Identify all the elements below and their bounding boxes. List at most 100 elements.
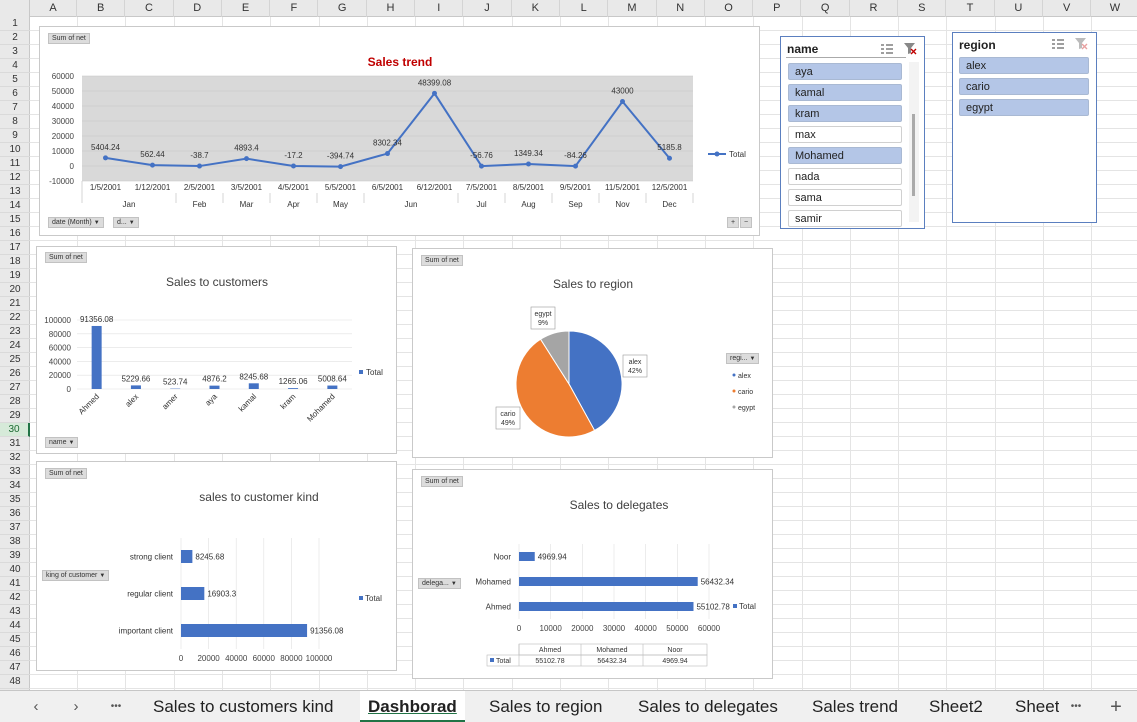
row-header-39[interactable]: 39 [0, 549, 30, 563]
delegates-filter[interactable]: delega... ▼ [418, 578, 461, 589]
tabs-more-left[interactable]: ••• [104, 691, 128, 722]
column-header-J[interactable]: J [463, 0, 512, 17]
trend-point[interactable] [197, 163, 202, 169]
row-header-48[interactable]: 48 [0, 675, 30, 689]
sheet-tab-dashborad[interactable]: Dashborad [360, 691, 465, 722]
slicer-item-kamal[interactable]: kamal [788, 84, 902, 101]
column-header-E[interactable]: E [222, 0, 271, 17]
slicer-item-sama[interactable]: sama [788, 189, 902, 206]
customers-bar[interactable] [130, 385, 141, 389]
sheet-tab-sales-to-delegates[interactable]: Sales to delegates [638, 691, 778, 722]
sales-to-region-chart[interactable]: Sum of net Sales to region alex 42% alex car… [412, 248, 773, 458]
slicer-item-max[interactable]: max [788, 126, 902, 143]
column-header-H[interactable]: H [367, 0, 416, 17]
sheet-tab-sheet[interactable]: Sheet [1015, 691, 1059, 722]
row-header-13[interactable]: 13 [0, 185, 30, 199]
row-header-31[interactable]: 31 [0, 437, 30, 451]
sheet-tab-sales-to-region[interactable]: Sales to region [489, 691, 602, 722]
row-header-44[interactable]: 44 [0, 619, 30, 633]
row-header-46[interactable]: 46 [0, 647, 30, 661]
row-header-23[interactable]: 23 [0, 325, 30, 339]
column-header-F[interactable]: F [270, 0, 319, 17]
column-header-B[interactable]: B [77, 0, 126, 17]
row-header-4[interactable]: 4 [0, 59, 30, 73]
row-header-18[interactable]: 18 [0, 255, 30, 269]
sheet-tab-sales-trend[interactable]: Sales trend [812, 691, 898, 722]
column-header-V[interactable]: V [1043, 0, 1092, 17]
customers-name-filter[interactable]: name ▼ [45, 437, 79, 448]
column-header-P[interactable]: P [753, 0, 802, 17]
slicer-item-samir[interactable]: samir [788, 210, 902, 227]
collapse-minus-button[interactable]: − [740, 217, 753, 228]
column-header-Q[interactable]: Q [802, 0, 850, 17]
row-header-7[interactable]: 7 [0, 101, 30, 115]
slicer-item-aya[interactable]: aya [788, 63, 902, 80]
row-header-21[interactable]: 21 [0, 297, 30, 311]
row-header-43[interactable]: 43 [0, 605, 30, 619]
trend-point[interactable] [103, 155, 108, 161]
sheet-tab-sales-to-customers-kind[interactable]: Sales to customers kind [153, 691, 333, 722]
scroll-right-icon[interactable]: › [66, 691, 86, 722]
column-header-T[interactable]: T [946, 0, 995, 17]
region-legend-filter[interactable]: regi... ▼ [726, 353, 760, 364]
row-header-29[interactable]: 29 [0, 409, 30, 423]
trend-point[interactable] [526, 161, 531, 167]
column-header-N[interactable]: N [657, 0, 705, 17]
kind-bar[interactable] [181, 550, 193, 563]
column-header-G[interactable]: G [319, 0, 367, 17]
column-header-O[interactable]: O [705, 0, 754, 17]
delegates-bar[interactable] [519, 577, 698, 586]
column-header-W[interactable]: W [1091, 0, 1137, 17]
row-header-35[interactable]: 35 [0, 493, 30, 507]
expand-plus-button[interactable]: + [727, 217, 740, 228]
name-slicer[interactable]: name aya kamal kram max Mohamed nada sama samir [780, 36, 925, 229]
row-header-8[interactable]: 8 [0, 115, 30, 129]
customers-bar[interactable] [327, 385, 338, 389]
scroll-left-icon[interactable]: ‹ [26, 691, 46, 722]
row-header-16[interactable]: 16 [0, 227, 30, 241]
column-header-U[interactable]: U [995, 0, 1043, 17]
row-header-30[interactable]: 30 [0, 423, 30, 437]
trend-point[interactable] [150, 162, 155, 168]
trend-point[interactable] [244, 156, 249, 162]
row-header-14[interactable]: 14 [0, 199, 30, 213]
row-header-38[interactable]: 38 [0, 535, 30, 549]
row-header-10[interactable]: 10 [0, 143, 30, 157]
row-header-12[interactable]: 12 [0, 171, 30, 185]
sales-to-customer-kind-chart[interactable]: Sum of net sales to customer kind 0 20000 4… [36, 461, 397, 671]
trend-point[interactable] [667, 155, 672, 161]
row-header-22[interactable]: 22 [0, 311, 30, 325]
scrollbar-thumb[interactable] [912, 114, 915, 196]
select-all-corner[interactable] [0, 0, 30, 17]
row-header-15[interactable]: 15 [0, 213, 30, 227]
row-header-45[interactable]: 45 [0, 633, 30, 647]
slicer-item-nada[interactable]: nada [788, 168, 902, 185]
kind-bar[interactable] [181, 624, 308, 637]
row-header-32[interactable]: 32 [0, 451, 30, 465]
column-header-C[interactable]: C [125, 0, 174, 17]
trend-date-filter[interactable]: date (Month) ▼ [48, 217, 104, 228]
trend-point[interactable] [291, 163, 296, 169]
row-header-6[interactable]: 6 [0, 87, 30, 101]
add-sheet-icon[interactable]: + [1106, 691, 1126, 722]
multi-select-icon[interactable] [1051, 38, 1065, 50]
tabs-more-right[interactable]: ••• [1064, 691, 1088, 722]
trend-point[interactable] [620, 99, 625, 104]
column-header-A[interactable]: A [30, 0, 77, 17]
delegates-bar[interactable] [519, 602, 694, 611]
row-header-27[interactable]: 27 [0, 381, 30, 395]
trend-point[interactable] [432, 90, 437, 96]
kind-bar[interactable] [181, 587, 205, 600]
region-slicer[interactable]: region alex cario egypt [952, 32, 1097, 223]
trend-d-filter[interactable]: d... ▼ [113, 217, 139, 228]
row-header-26[interactable]: 26 [0, 367, 30, 381]
row-header-40[interactable]: 40 [0, 563, 30, 577]
column-header-R[interactable]: R [850, 0, 899, 17]
slicer-item-mohamed[interactable]: Mohamed [788, 147, 902, 164]
row-header-5[interactable]: 5 [0, 73, 30, 87]
customers-bar[interactable] [248, 383, 259, 389]
customers-bar[interactable] [288, 388, 299, 389]
trend-point[interactable] [338, 164, 343, 170]
sales-to-delegates-chart[interactable]: Sum of net Sales to delegates 0 10000 20000… [412, 469, 773, 679]
row-header-41[interactable]: 41 [0, 577, 30, 591]
